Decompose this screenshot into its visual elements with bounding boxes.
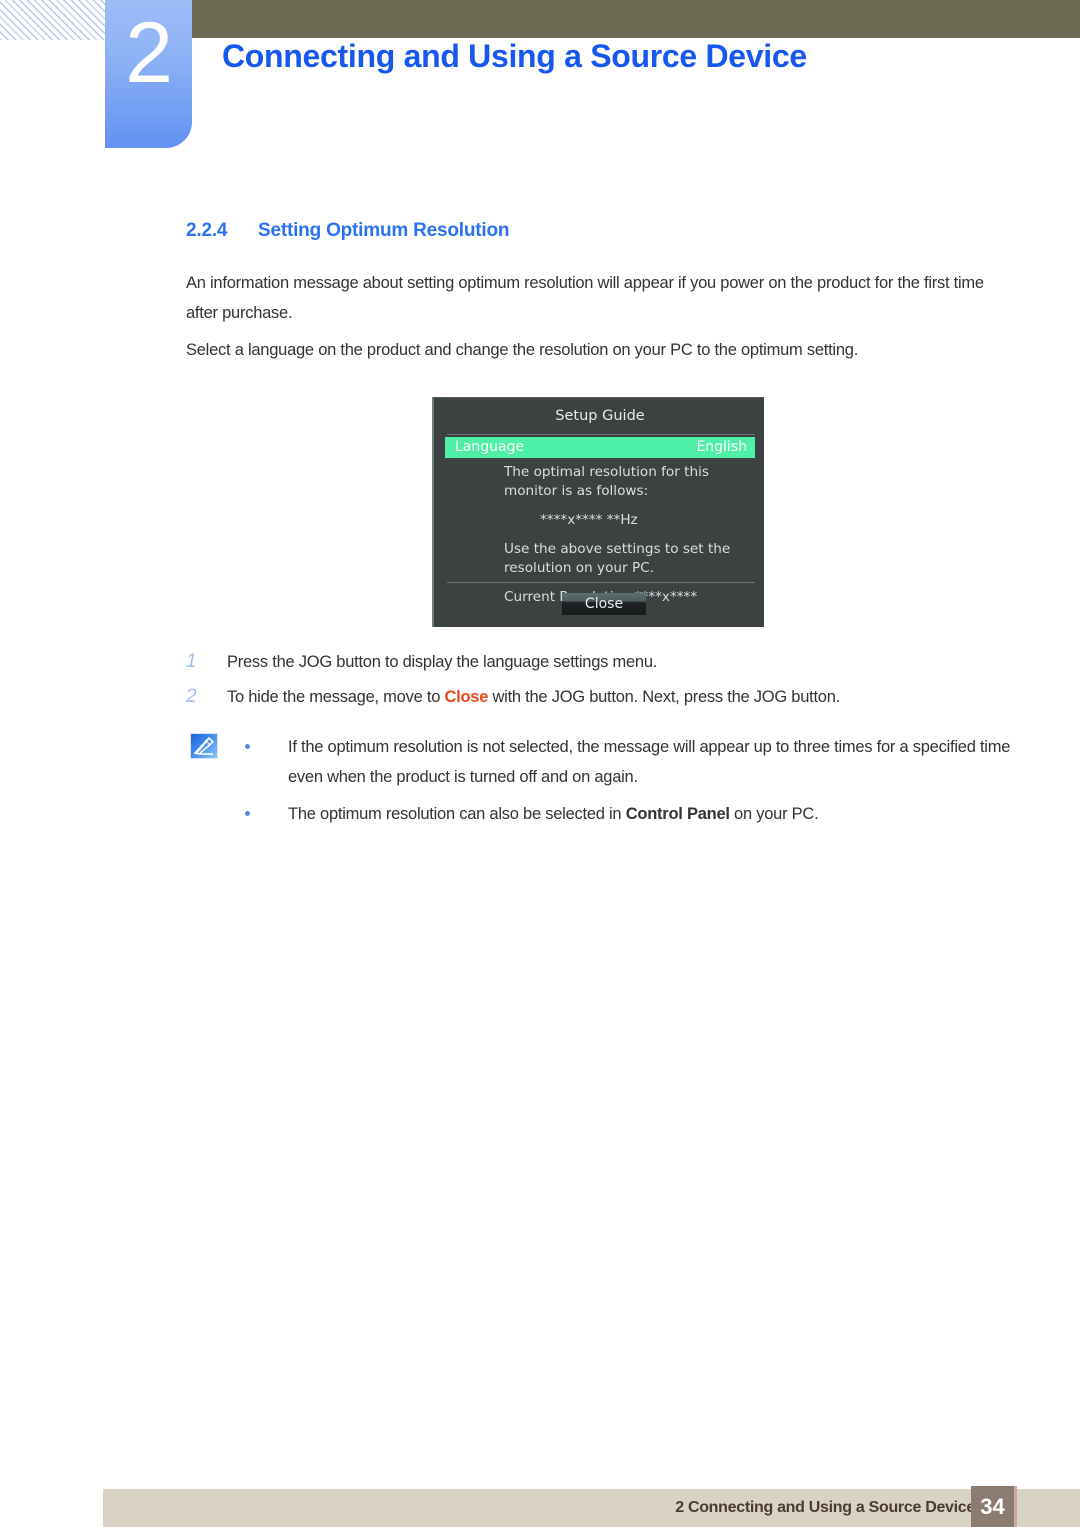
section-number: 2.2.4 [186, 220, 228, 241]
osd-language-row[interactable]: Language English [445, 437, 755, 458]
footer-text: 2 Connecting and Using a Source Device [675, 1499, 975, 1516]
footer-bar: 2 Connecting and Using a Source Device [103, 1489, 1080, 1527]
setup-guide-osd-dialog: Setup Guide Language English The optimal… [432, 397, 764, 627]
page-number-badge: 34 [971, 1486, 1017, 1527]
intro-paragraph-1: An information message about setting opt… [186, 274, 984, 322]
step-text: Press the JOG button to display the lang… [227, 653, 658, 671]
step-text-after: with the JOG button. Next, press the JOG… [488, 688, 840, 706]
note-text-after: on your PC. [729, 805, 819, 823]
note-pen-icon [190, 733, 218, 759]
chapter-number: 2 [125, 5, 173, 101]
osd-message-line-1: The optimal resolution for this monitor … [504, 464, 709, 499]
intro-paragraph-2: Select a language on the product and cha… [186, 341, 859, 359]
osd-language-value: English [696, 439, 747, 455]
section-heading: 2.2.4 Setting Optimum Resolution [186, 220, 509, 242]
note-text-before: The optimum resolution can also be selec… [288, 805, 626, 823]
chapter-number-tab: 2 [105, 0, 192, 148]
header-olive-bar [192, 0, 1080, 38]
osd-top-divider [447, 434, 755, 435]
note-item: If the optimum resolution is not selecte… [240, 732, 1030, 792]
bullet-icon [245, 811, 250, 816]
page-header: 2 Connecting and Using a Source Device [0, 0, 1080, 160]
note-item: The optimum resolution can also be selec… [240, 799, 1030, 829]
step-text-before: To hide the message, move to [227, 688, 445, 706]
osd-close-button[interactable]: Close [562, 593, 646, 615]
chapter-title: Connecting and Using a Source Device [222, 38, 807, 74]
section-title: Setting Optimum Resolution [258, 220, 510, 241]
bullet-icon [245, 744, 250, 749]
step-number: 1 [186, 651, 197, 672]
step-highlight-close: Close [444, 688, 489, 706]
note-text-bold: Control Panel [625, 805, 730, 823]
diagonal-hatch-decoration [0, 0, 112, 40]
osd-bottom-divider [447, 582, 755, 583]
osd-message-line-3: Use the above settings to set the resolu… [504, 541, 731, 576]
osd-language-label: Language [455, 439, 525, 455]
note-list: If the optimum resolution is not selecte… [240, 732, 1030, 836]
osd-message-line-2: ****x**** **Hz [540, 512, 638, 528]
step-item: 1 Press the JOG button to display the lan… [186, 651, 1016, 673]
osd-title: Setup Guide [555, 408, 645, 424]
note-text-before: If the optimum resolution is not selecte… [288, 738, 1011, 786]
step-item: 2 To hide the message, move to Close with… [186, 686, 1016, 708]
step-number: 2 [186, 686, 197, 707]
